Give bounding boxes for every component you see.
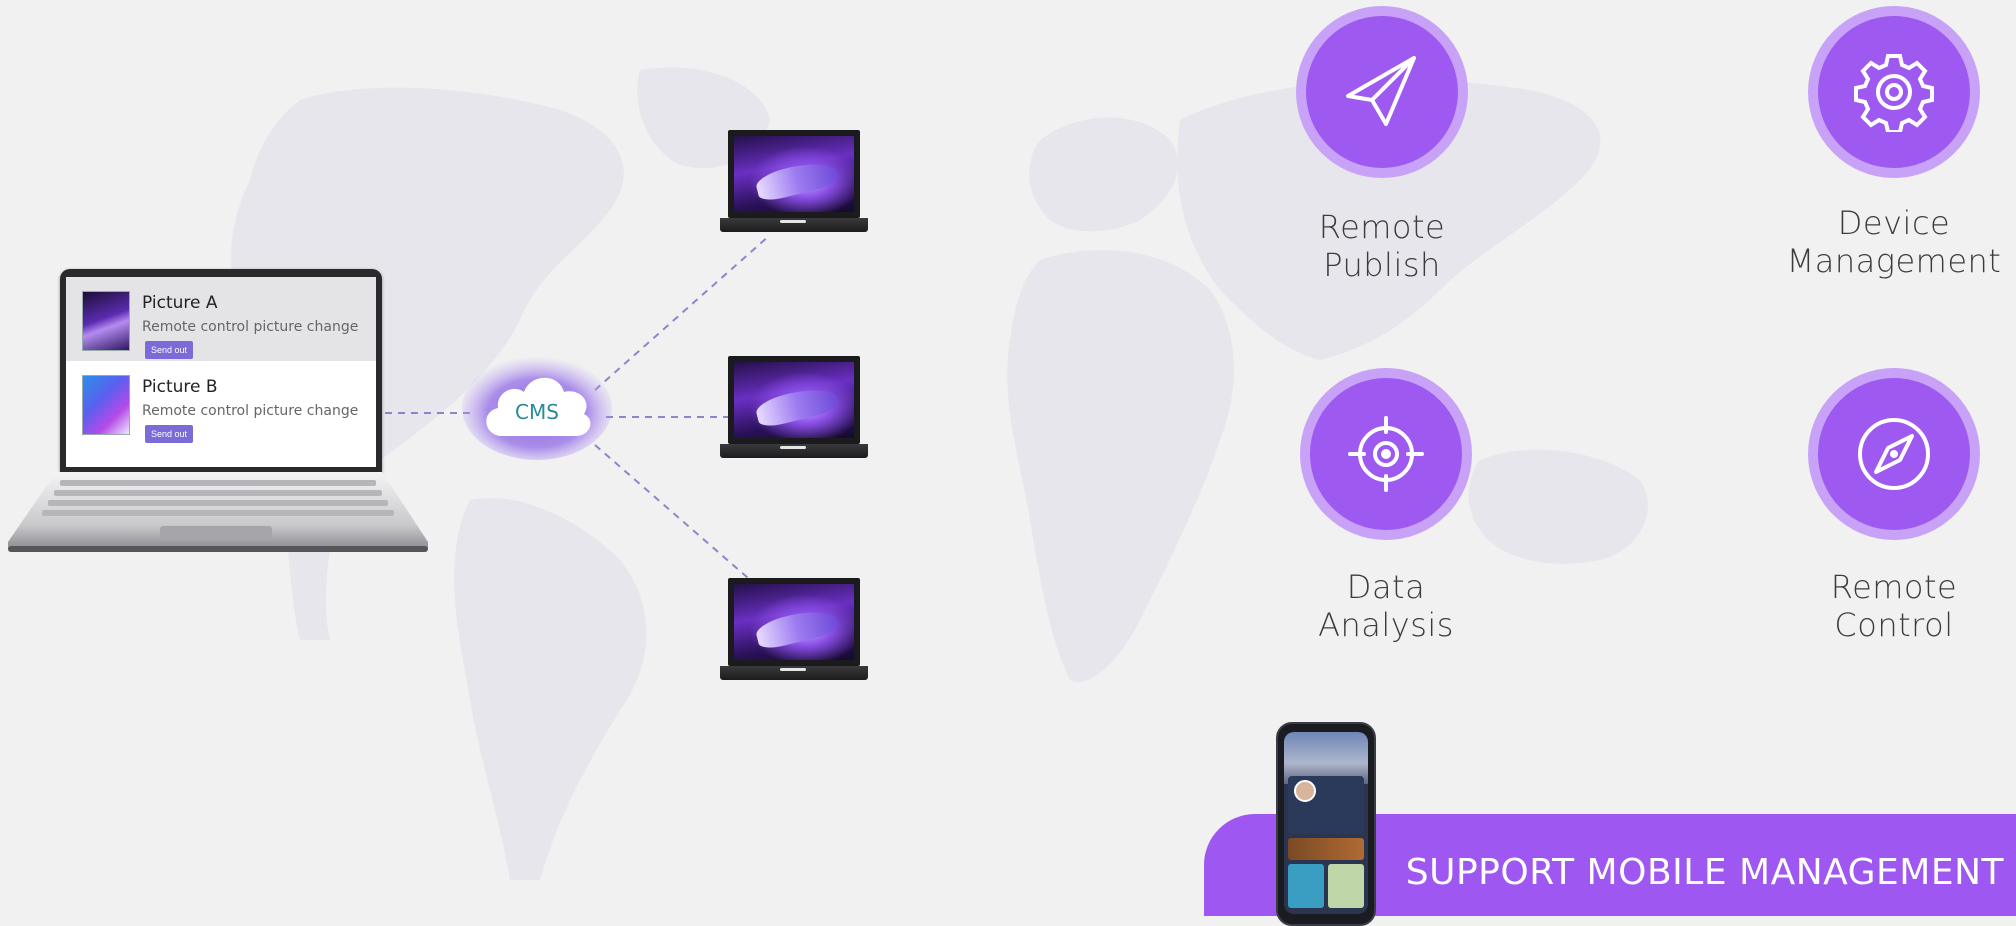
picture-a-title: Picture A <box>142 293 218 313</box>
feature-label-line2: Control <box>1834 606 1954 644</box>
paper-plane-icon <box>1346 56 1416 126</box>
feature-label-line1: Data <box>1346 568 1426 606</box>
laptop-keyboard-base <box>8 472 428 552</box>
picture-a-thumbnail <box>82 291 130 351</box>
banner-text: SUPPORT MOBILE MANAGEMENT <box>1405 852 2004 893</box>
picture-b-description: Remote control picture change <box>142 403 359 419</box>
display-screen-2 <box>720 356 870 466</box>
feature-label-line2: Publish <box>1323 246 1441 284</box>
shoe-ad-image <box>734 136 854 212</box>
display-screen-3 <box>720 578 870 688</box>
phone-screen <box>1284 732 1368 914</box>
shoe-ad-image <box>734 584 854 660</box>
picture-a-send-out-button[interactable]: Send out <box>145 341 194 359</box>
feature-label-line1: Device <box>1837 204 1951 242</box>
feature-label-line2: Analysis <box>1318 606 1454 644</box>
laptop-cms-client: Picture A Remote control picture change … <box>8 266 428 556</box>
target-icon <box>1348 416 1424 492</box>
feature-label-line1: Remote <box>1830 568 1958 606</box>
feature-label-line2: Management <box>1786 242 2002 280</box>
picture-b-thumbnail <box>82 375 130 435</box>
gear-icon <box>1854 54 1934 132</box>
feature-data-analysis[interactable]: Data Analysis <box>1266 368 1506 644</box>
cms-cloud: CMS <box>462 350 612 460</box>
cms-label: CMS <box>515 400 559 424</box>
list-item-picture-a[interactable]: Picture A Remote control picture change … <box>66 277 376 361</box>
avatar <box>1294 780 1316 802</box>
picture-b-send-out-button[interactable]: Send out <box>145 425 194 443</box>
mobile-phone <box>1276 722 1376 926</box>
display-screen-1 <box>720 130 870 240</box>
feature-label-line1: Remote <box>1318 208 1446 246</box>
list-item-picture-b[interactable]: Picture B Remote control picture change … <box>66 361 376 445</box>
laptop-lid: Picture A Remote control picture change … <box>60 269 382 473</box>
compass-icon <box>1858 418 1930 490</box>
picture-a-description: Remote control picture change <box>142 319 359 335</box>
picture-b-title: Picture B <box>142 377 218 397</box>
feature-device-management[interactable]: Device Management <box>1774 6 2014 280</box>
shoe-ad-image <box>734 362 854 438</box>
feature-remote-publish[interactable]: Remote Publish <box>1262 6 1502 284</box>
feature-remote-control[interactable]: Remote Control <box>1774 368 2014 644</box>
laptop-screen: Picture A Remote control picture change … <box>66 277 376 467</box>
